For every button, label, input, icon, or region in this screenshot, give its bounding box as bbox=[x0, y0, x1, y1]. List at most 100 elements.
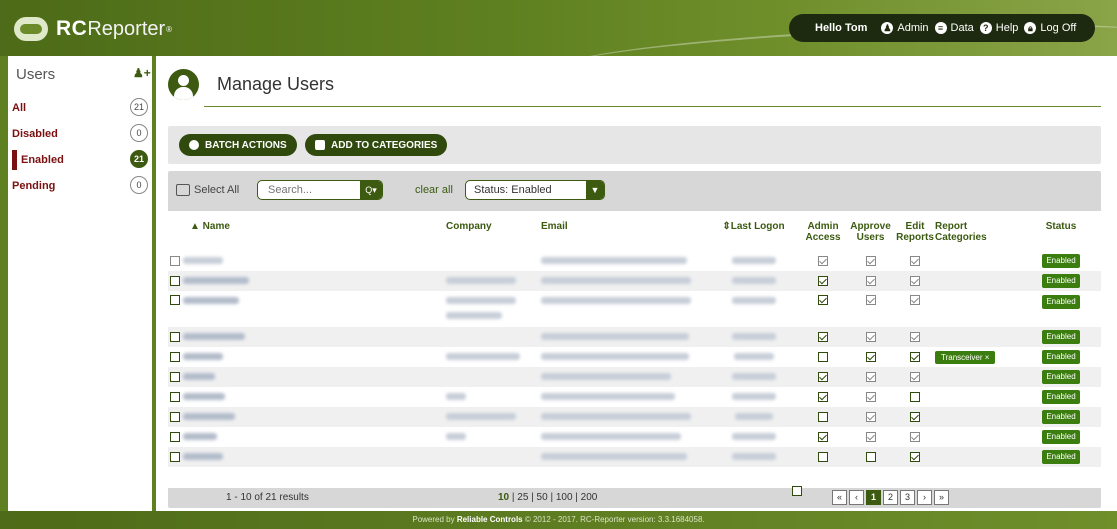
title-divider bbox=[204, 106, 1101, 107]
last-page-button[interactable]: » bbox=[934, 490, 949, 505]
sidebar-item-disabled[interactable]: Disabled 0 bbox=[12, 124, 148, 144]
row-checkbox[interactable] bbox=[170, 371, 180, 382]
user-email bbox=[541, 453, 687, 461]
row-checkbox[interactable] bbox=[170, 295, 180, 306]
add-user-icon[interactable]: ♟+ bbox=[133, 66, 151, 80]
edit-reports-checkbox[interactable] bbox=[910, 295, 920, 306]
approve-users-checkbox[interactable] bbox=[865, 351, 876, 362]
user-name bbox=[182, 353, 223, 361]
row-checkbox[interactable] bbox=[170, 275, 180, 286]
select-all-button[interactable]: Select All bbox=[176, 184, 239, 196]
approve-users-checkbox[interactable] bbox=[865, 431, 876, 442]
last-logon bbox=[731, 257, 776, 265]
data-link[interactable]: ≡ Data bbox=[934, 22, 974, 34]
admin-access-checkbox[interactable] bbox=[818, 351, 828, 362]
row-checkbox[interactable] bbox=[170, 431, 180, 442]
footer-checkbox[interactable] bbox=[792, 486, 802, 496]
edit-reports-checkbox[interactable] bbox=[910, 331, 920, 342]
search-icon[interactable]: Q▾ bbox=[360, 181, 382, 199]
edit-reports-checkbox[interactable] bbox=[910, 451, 920, 462]
app-logo[interactable]: RC Reporter ® bbox=[14, 17, 172, 41]
sidebar-item-pending[interactable]: Pending 0 bbox=[12, 176, 148, 196]
sidebar-item-enabled[interactable]: Enabled 21 bbox=[12, 150, 148, 170]
admin-access-checkbox[interactable] bbox=[818, 411, 828, 422]
admin-access-checkbox[interactable] bbox=[818, 295, 828, 306]
search-box: Q▾ bbox=[257, 180, 383, 200]
status-badge: Enabled bbox=[1042, 390, 1080, 404]
name-header[interactable]: ▲ Name bbox=[168, 211, 446, 251]
select-all-icon bbox=[176, 184, 190, 196]
admin-access-checkbox[interactable] bbox=[818, 431, 828, 442]
row-checkbox[interactable] bbox=[170, 351, 180, 362]
user-email bbox=[541, 353, 689, 361]
page-3-button[interactable]: 3 bbox=[900, 490, 915, 505]
admin-access-checkbox[interactable] bbox=[818, 391, 828, 402]
status-select[interactable]: Status: Enabled ▼ bbox=[465, 180, 605, 200]
category-tag[interactable]: Transceiver × bbox=[935, 350, 996, 364]
admin-link[interactable]: ♟ Admin bbox=[881, 22, 929, 34]
admin-access-checkbox[interactable] bbox=[818, 275, 828, 286]
logoff-link[interactable]: 🔒︎ Log Off bbox=[1024, 22, 1076, 34]
edit-reports-checkbox[interactable] bbox=[910, 255, 920, 266]
status-badge: Enabled bbox=[1042, 410, 1080, 424]
action-bar: BATCH ACTIONS ADD TO CATEGORIES bbox=[168, 126, 1101, 164]
last-logon bbox=[731, 296, 776, 304]
row-checkbox[interactable] bbox=[170, 331, 180, 342]
clear-all-link[interactable]: clear all bbox=[415, 184, 453, 196]
approve-users-checkbox[interactable] bbox=[865, 411, 876, 422]
prev-page-button[interactable]: ‹ bbox=[849, 490, 864, 505]
status-badge: Enabled bbox=[1042, 430, 1080, 444]
row-checkbox[interactable] bbox=[170, 451, 180, 462]
last-logon bbox=[731, 433, 776, 441]
status-badge: Enabled bbox=[1042, 350, 1080, 364]
first-page-button[interactable]: « bbox=[832, 490, 847, 505]
page-2-button[interactable]: 2 bbox=[883, 490, 898, 505]
user-company bbox=[446, 296, 516, 304]
approve-users-checkbox[interactable] bbox=[865, 275, 876, 286]
admin-access-checkbox[interactable] bbox=[818, 331, 828, 342]
admin-access-checkbox[interactable] bbox=[818, 451, 828, 462]
brand-link[interactable]: Reliable Controls bbox=[457, 515, 523, 524]
search-input[interactable] bbox=[258, 181, 360, 199]
batch-actions-button[interactable]: BATCH ACTIONS bbox=[179, 134, 297, 156]
approve-users-checkbox[interactable] bbox=[865, 451, 876, 462]
row-checkbox[interactable] bbox=[170, 255, 180, 266]
edit-reports-checkbox[interactable] bbox=[910, 351, 920, 362]
logo-icon bbox=[14, 17, 48, 41]
approve-users-checkbox[interactable] bbox=[865, 331, 876, 342]
table-row: Enabled bbox=[168, 407, 1101, 427]
user-company bbox=[446, 393, 466, 401]
page-1-button[interactable]: 1 bbox=[866, 490, 881, 505]
table-row: Enabled bbox=[168, 271, 1101, 291]
user-company bbox=[446, 353, 520, 361]
user-name bbox=[182, 413, 235, 421]
sidebar-item-all[interactable]: All 21 bbox=[12, 98, 148, 118]
help-link[interactable]: ? Help bbox=[979, 22, 1018, 34]
add-to-categories-button[interactable]: ADD TO CATEGORIES bbox=[305, 134, 448, 156]
results-count: 1 - 10 of 21 results bbox=[226, 492, 309, 503]
next-page-button[interactable]: › bbox=[917, 490, 932, 505]
edit-reports-checkbox[interactable] bbox=[910, 371, 920, 382]
user-menu: Hello Tom ♟ Admin ≡ Data ? Help 🔒︎ Log Off bbox=[789, 14, 1095, 42]
admin-access-checkbox[interactable] bbox=[818, 371, 828, 382]
row-checkbox[interactable] bbox=[170, 391, 180, 402]
last-logon-header[interactable]: ⇕Last Logon bbox=[707, 211, 800, 251]
user-name bbox=[182, 453, 223, 461]
approve-users-checkbox[interactable] bbox=[865, 255, 876, 266]
edit-reports-checkbox[interactable] bbox=[910, 431, 920, 442]
approve-users-checkbox[interactable] bbox=[865, 371, 876, 382]
count-badge: 21 bbox=[130, 98, 148, 116]
edit-reports-checkbox[interactable] bbox=[910, 391, 920, 402]
page-size-selector[interactable]: 10 | 25 | 50 | 100 | 200 bbox=[498, 492, 597, 503]
row-checkbox[interactable] bbox=[170, 411, 180, 422]
approve-users-checkbox[interactable] bbox=[865, 391, 876, 402]
main-panel: Manage Users BATCH ACTIONS ADD TO CATEGO… bbox=[156, 56, 1117, 511]
edit-reports-checkbox[interactable] bbox=[910, 275, 920, 286]
status-badge: Enabled bbox=[1042, 295, 1080, 309]
table-row: Transceiver × Enabled bbox=[168, 347, 1101, 367]
company-header: Company bbox=[446, 221, 492, 232]
user-email bbox=[541, 373, 671, 381]
edit-reports-checkbox[interactable] bbox=[910, 411, 920, 422]
admin-access-checkbox[interactable] bbox=[818, 255, 828, 266]
approve-users-checkbox[interactable] bbox=[865, 295, 876, 306]
